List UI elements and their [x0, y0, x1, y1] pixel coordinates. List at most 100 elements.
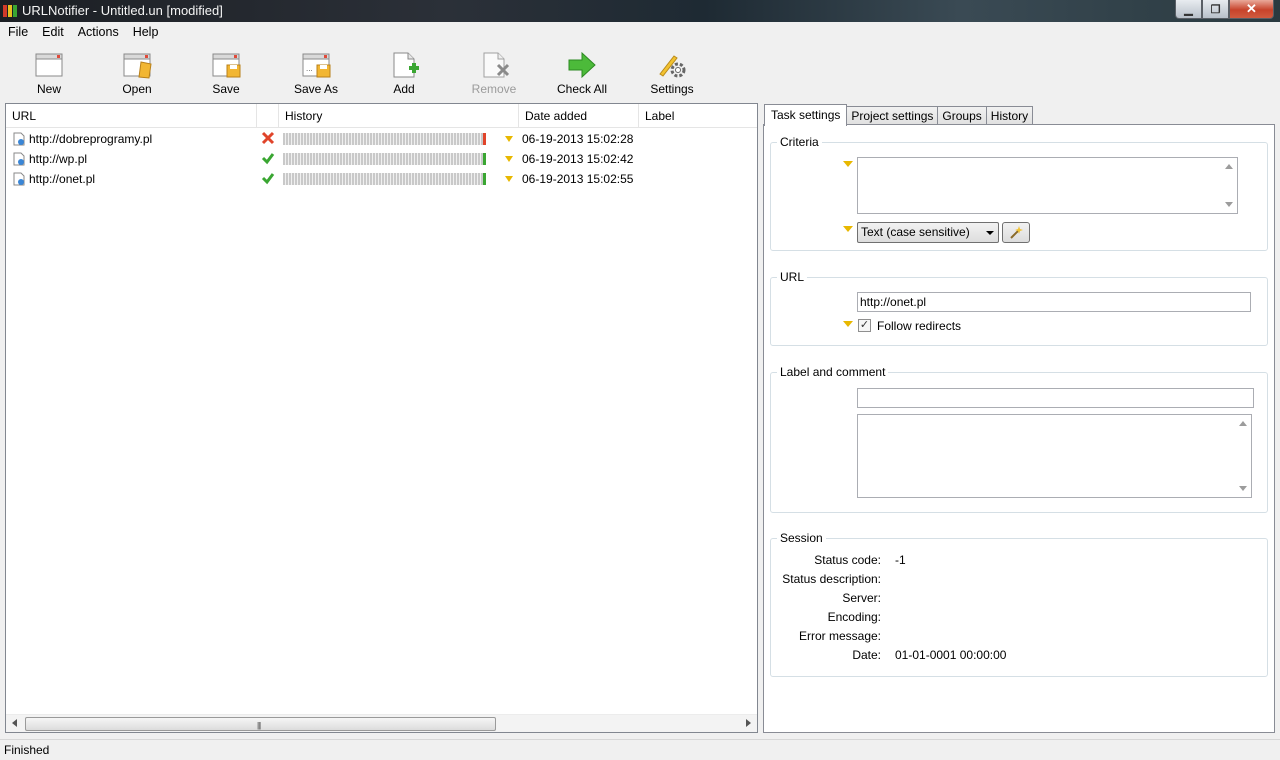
- status-code-value: -1: [895, 553, 906, 567]
- column-header-date-added[interactable]: Date added: [519, 104, 639, 128]
- scroll-right-icon[interactable]: [746, 719, 751, 727]
- dropdown-marker-icon[interactable]: [505, 176, 513, 182]
- success-check-icon: [261, 153, 275, 165]
- encoding-label: Encoding:: [827, 610, 881, 624]
- status-description-label: Status description:: [782, 572, 881, 586]
- row-url: http://wp.pl: [29, 152, 88, 166]
- follow-redirects-label: Follow redirects: [877, 319, 962, 333]
- error-message-label: Error message:: [798, 629, 881, 643]
- app-icon: [3, 5, 17, 17]
- row-url: http://onet.pl: [29, 172, 96, 186]
- criteria-marker-icon[interactable]: [843, 161, 853, 167]
- column-header-url[interactable]: URL: [6, 104, 257, 128]
- date-label: Date:: [852, 648, 881, 662]
- dropdown-marker-icon[interactable]: [505, 156, 513, 162]
- check-all-button[interactable]: Check All: [547, 48, 617, 96]
- settings-gear-icon: [659, 55, 686, 78]
- criteria-group: Criteria Text (case sensitive): [770, 135, 1268, 251]
- follow-redirects-checkbox[interactable]: ✓: [858, 319, 871, 332]
- settings-tabs: Task settings Project settings Groups Hi…: [764, 104, 1034, 126]
- maximize-button[interactable]: ❐: [1202, 0, 1229, 19]
- history-bar: [283, 133, 486, 145]
- new-document-icon: [35, 53, 63, 77]
- url-group-title: URL: [777, 270, 808, 284]
- status-bar: Finished: [0, 739, 1280, 760]
- title-bar: URLNotifier - Untitled.un [modified] ▁ ❐…: [0, 0, 1280, 22]
- session-group: Session Status code: -1 Status descripti…: [770, 531, 1268, 677]
- horizontal-scrollbar[interactable]: |||: [6, 714, 757, 732]
- menu-actions[interactable]: Actions: [71, 22, 126, 42]
- server-label: Server:: [842, 591, 881, 605]
- list-header: URL History Date added Label: [6, 104, 757, 128]
- menu-bar: File Edit Actions Help: [0, 22, 1280, 42]
- redirect-marker-icon[interactable]: [843, 321, 853, 327]
- tab-history[interactable]: History: [985, 106, 1034, 126]
- svg-text:...: ...: [306, 64, 313, 73]
- add-icon: [393, 52, 419, 78]
- row-date: 06-19-2013 15:02:28: [522, 132, 634, 146]
- remove-button[interactable]: Remove: [459, 48, 529, 96]
- web-page-icon: [13, 172, 25, 186]
- criteria-wizard-button[interactable]: [1002, 222, 1030, 243]
- magic-wand-icon: [1010, 226, 1023, 239]
- column-header-label[interactable]: Label: [639, 104, 757, 128]
- row-url: http://dobreprogramy.pl: [29, 132, 153, 146]
- criteria-title: Criteria: [777, 135, 822, 149]
- criteria-mode-marker-icon[interactable]: [843, 226, 853, 232]
- row-date: 06-19-2013 15:02:55: [522, 172, 634, 186]
- dropdown-marker-icon[interactable]: [505, 136, 513, 142]
- criteria-textarea[interactable]: [857, 157, 1238, 214]
- new-button[interactable]: New: [14, 48, 84, 96]
- scroll-left-icon[interactable]: [12, 719, 17, 727]
- menu-edit[interactable]: Edit: [35, 22, 71, 42]
- save-icon: [212, 53, 241, 78]
- web-page-icon: [13, 132, 25, 146]
- criteria-scrollbar[interactable]: [1220, 158, 1237, 213]
- column-header-status[interactable]: [257, 104, 279, 128]
- open-folder-icon: [123, 53, 152, 79]
- close-button[interactable]: ✕: [1229, 0, 1274, 19]
- save-button[interactable]: Save: [191, 48, 261, 96]
- tab-groups[interactable]: Groups: [937, 106, 987, 126]
- tab-project-settings[interactable]: Project settings: [846, 106, 939, 126]
- settings-button[interactable]: Settings: [637, 48, 707, 96]
- history-bar: [283, 153, 486, 165]
- criteria-mode-select[interactable]: Text (case sensitive): [857, 222, 999, 243]
- table-row[interactable]: http://dobreprogramy.pl 06-19-2013 15:02…: [6, 129, 757, 149]
- chevron-down-icon: [986, 231, 994, 235]
- label-field[interactable]: [857, 388, 1254, 408]
- success-check-icon: [261, 173, 275, 185]
- remove-icon: [483, 52, 510, 78]
- add-button[interactable]: Add: [369, 48, 439, 96]
- url-field[interactable]: http://onet.pl: [857, 292, 1251, 312]
- row-date: 06-19-2013 15:02:42: [522, 152, 634, 166]
- scroll-thumb[interactable]: |||: [25, 717, 496, 731]
- error-x-icon: [261, 131, 275, 145]
- menu-help[interactable]: Help: [126, 22, 166, 42]
- save-as-icon: ...: [302, 53, 331, 78]
- task-settings-page: Criteria Text (case sensitive) URL http:…: [763, 124, 1275, 733]
- minimize-button[interactable]: ▁: [1175, 0, 1202, 19]
- label-comment-group: Label and comment: [770, 365, 1268, 513]
- window-title: URLNotifier - Untitled.un [modified]: [22, 3, 223, 18]
- table-row[interactable]: http://onet.pl 06-19-2013 15:02:55: [6, 169, 757, 189]
- status-text: Finished: [4, 743, 50, 757]
- url-group: URL http://onet.pl ✓ Follow redirects: [770, 270, 1268, 346]
- date-value: 01-01-0001 00:00:00: [895, 648, 1007, 662]
- tab-task-settings[interactable]: Task settings: [764, 104, 848, 126]
- green-arrow-icon: [568, 51, 596, 79]
- column-header-history[interactable]: History: [279, 104, 519, 128]
- table-row[interactable]: http://wp.pl 06-19-2013 15:02:42: [6, 149, 757, 169]
- history-bar: [283, 173, 486, 185]
- url-list[interactable]: URL History Date added Label http://dobr…: [5, 103, 758, 733]
- menu-file[interactable]: File: [1, 22, 35, 42]
- web-page-icon: [13, 152, 25, 166]
- label-comment-title: Label and comment: [777, 365, 889, 379]
- open-button[interactable]: Open: [102, 48, 172, 96]
- comment-textarea[interactable]: [857, 414, 1252, 498]
- comment-scrollbar[interactable]: [1234, 415, 1251, 497]
- save-as-button[interactable]: ... Save As: [281, 48, 351, 96]
- status-code-label: Status code:: [814, 553, 881, 567]
- toolbar: New Open Save ... Save As Add Remove Che…: [0, 42, 1280, 100]
- session-title: Session: [777, 531, 826, 545]
